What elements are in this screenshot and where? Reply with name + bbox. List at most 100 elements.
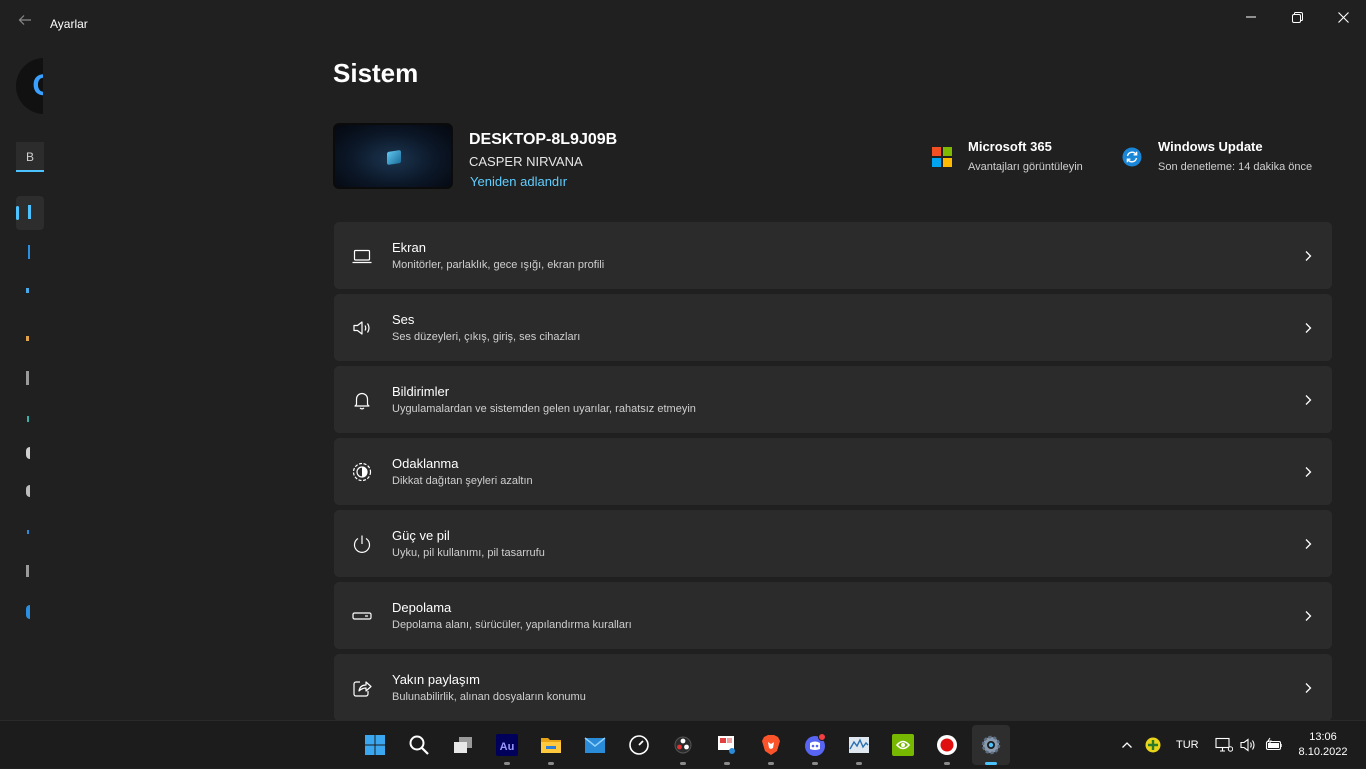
- promo-subtitle: Avantajları görüntüleyin: [968, 161, 1083, 173]
- running-indicator: [504, 762, 510, 765]
- restore-icon: [1291, 11, 1303, 23]
- taskbar-search[interactable]: [400, 725, 438, 765]
- nav-item-accounts[interactable]: [16, 402, 44, 436]
- close-button[interactable]: [1320, 6, 1366, 28]
- taskbar-speedometer[interactable]: [620, 725, 658, 765]
- discord-icon: [805, 734, 826, 756]
- clock-time: 13:06: [1309, 731, 1337, 743]
- obs-icon: [674, 736, 692, 754]
- back-button[interactable]: [14, 12, 36, 34]
- settings-item-subtitle: Dikkat dağıtan şeyleri azaltın: [392, 475, 533, 487]
- taskbar-nvidia[interactable]: [884, 725, 922, 765]
- storage-icon: [352, 612, 372, 620]
- nav-item-network[interactable]: [16, 274, 44, 308]
- taskbar-recorder[interactable]: [928, 725, 966, 765]
- brave-icon: [762, 735, 780, 755]
- apps-icon: [26, 371, 29, 385]
- snipping-tool-icon: [718, 736, 735, 754]
- chevron-right-icon: [1305, 467, 1312, 477]
- windows-wallpaper-logo-icon: [387, 150, 401, 165]
- laptop-icon: [352, 249, 372, 264]
- nav-item-bluetooth[interactable]: [16, 236, 44, 270]
- network-icon: [26, 288, 29, 293]
- settings-item-subtitle: Uyku, pil kullanımı, pil tasarrufu: [392, 547, 545, 559]
- settings-item-title: Ekran: [392, 240, 426, 255]
- chevron-right-icon: [1305, 539, 1312, 549]
- device-name: DESKTOP-8L9J09B: [469, 131, 618, 148]
- resource-monitor-icon: [849, 737, 869, 753]
- taskbar-brave[interactable]: [752, 725, 790, 765]
- tray-overflow-button[interactable]: [1120, 721, 1134, 769]
- file-explorer-icon: [541, 738, 561, 753]
- device-model: CASPER NIRVANA: [469, 154, 583, 169]
- share-icon: [353, 681, 372, 697]
- taskbar-resource-monitor[interactable]: [840, 725, 878, 765]
- nav-item-privacy[interactable]: [16, 556, 44, 590]
- active-app-indicator: [985, 762, 997, 765]
- settings-item-title: Odaklanma: [392, 456, 459, 471]
- volume-button[interactable]: [1239, 721, 1257, 769]
- nav-item-personalization[interactable]: [16, 322, 44, 356]
- settings-item-display[interactable]: Ekran Monitörler, parlaklık, gece ışığı,…: [334, 222, 1332, 289]
- taskbar-discord[interactable]: [796, 725, 834, 765]
- taskbar-settings[interactable]: [972, 725, 1010, 765]
- settings-item-title: Ses: [392, 312, 415, 327]
- minimize-button[interactable]: [1228, 6, 1274, 28]
- settings-item-subtitle: Ses düzeyleri, çıkış, giriş, ses cihazla…: [392, 331, 581, 343]
- user-avatar[interactable]: G: [16, 58, 43, 116]
- battery-charging-icon: [1265, 737, 1282, 751]
- audition-icon: Au: [496, 734, 518, 756]
- system-icon: [28, 205, 31, 219]
- network-icon: [1215, 737, 1233, 752]
- network-status-button[interactable]: [1215, 721, 1233, 769]
- running-indicator: [548, 762, 554, 765]
- taskbar-audition[interactable]: Au: [488, 725, 526, 765]
- settings-item-power-battery[interactable]: Güç ve pil Uyku, pil kullanımı, pil tasa…: [334, 510, 1332, 577]
- input-language-indicator[interactable]: TUR: [1176, 721, 1199, 769]
- title-bar: Ayarlar: [0, 0, 1366, 48]
- promo-subtitle: Son denetleme: 14 dakika önce: [1158, 161, 1313, 173]
- rename-link[interactable]: Yeniden adlandır: [470, 174, 567, 189]
- taskbar-start[interactable]: [356, 725, 394, 765]
- settings-item-notifications[interactable]: Bildirimler Uygulamalardan ve sistemden …: [334, 366, 1332, 433]
- settings-item-sound[interactable]: Ses Ses düzeyleri, çıkış, giriş, ses cih…: [334, 294, 1332, 361]
- gaming-icon: [26, 485, 30, 497]
- tray-app-icon[interactable]: [1144, 721, 1162, 769]
- mail-icon: [584, 737, 606, 753]
- nav-item-apps[interactable]: [16, 362, 44, 396]
- chevron-right-icon: [1305, 611, 1312, 621]
- start-icon: [365, 735, 385, 755]
- record-icon: [937, 735, 957, 755]
- nav-item-accessibility[interactable]: [16, 516, 44, 550]
- settings-item-nearby-sharing[interactable]: Yakın paylaşım Bulunabilirlik, alınan do…: [334, 654, 1332, 721]
- taskbar-clock[interactable]: 13:06 8.10.2022: [1290, 730, 1356, 760]
- settings-item-title: Bildirimler: [392, 384, 450, 399]
- taskbar-mail[interactable]: [576, 725, 614, 765]
- running-indicator: [856, 762, 862, 765]
- taskbar-snipping-tool[interactable]: [708, 725, 746, 765]
- running-indicator: [768, 762, 774, 765]
- chevron-right-icon: [1305, 251, 1312, 261]
- windows-update-icon: [1122, 147, 1142, 167]
- avatar-logo-icon: G: [16, 58, 43, 114]
- nav-item-time-language[interactable]: [16, 438, 44, 472]
- task-view-icon: [454, 737, 472, 753]
- taskbar-file-explorer[interactable]: [532, 725, 570, 765]
- back-arrow-icon: [18, 15, 31, 25]
- settings-search-input[interactable]: B: [16, 142, 44, 172]
- settings-item-storage[interactable]: Depolama Depolama alanı, sürücüler, yapı…: [334, 582, 1332, 649]
- settings-item-title: Yakın paylaşım: [392, 672, 480, 687]
- running-indicator: [724, 762, 730, 765]
- speaker-icon: [353, 321, 370, 335]
- svg-text:Au: Au: [500, 741, 515, 753]
- restore-button[interactable]: [1274, 6, 1320, 28]
- battery-button[interactable]: [1264, 721, 1284, 769]
- nav-item-gaming[interactable]: [16, 476, 44, 510]
- nav-item-system[interactable]: [16, 196, 44, 230]
- volume-icon: [1240, 738, 1255, 752]
- taskbar-task-view[interactable]: [444, 725, 482, 765]
- nav-item-windows-update[interactable]: [16, 596, 44, 630]
- taskbar-obs[interactable]: [664, 725, 702, 765]
- settings-item-focus[interactable]: Odaklanma Dikkat dağıtan şeyleri azaltın: [334, 438, 1332, 505]
- app-title: Ayarlar: [50, 17, 88, 31]
